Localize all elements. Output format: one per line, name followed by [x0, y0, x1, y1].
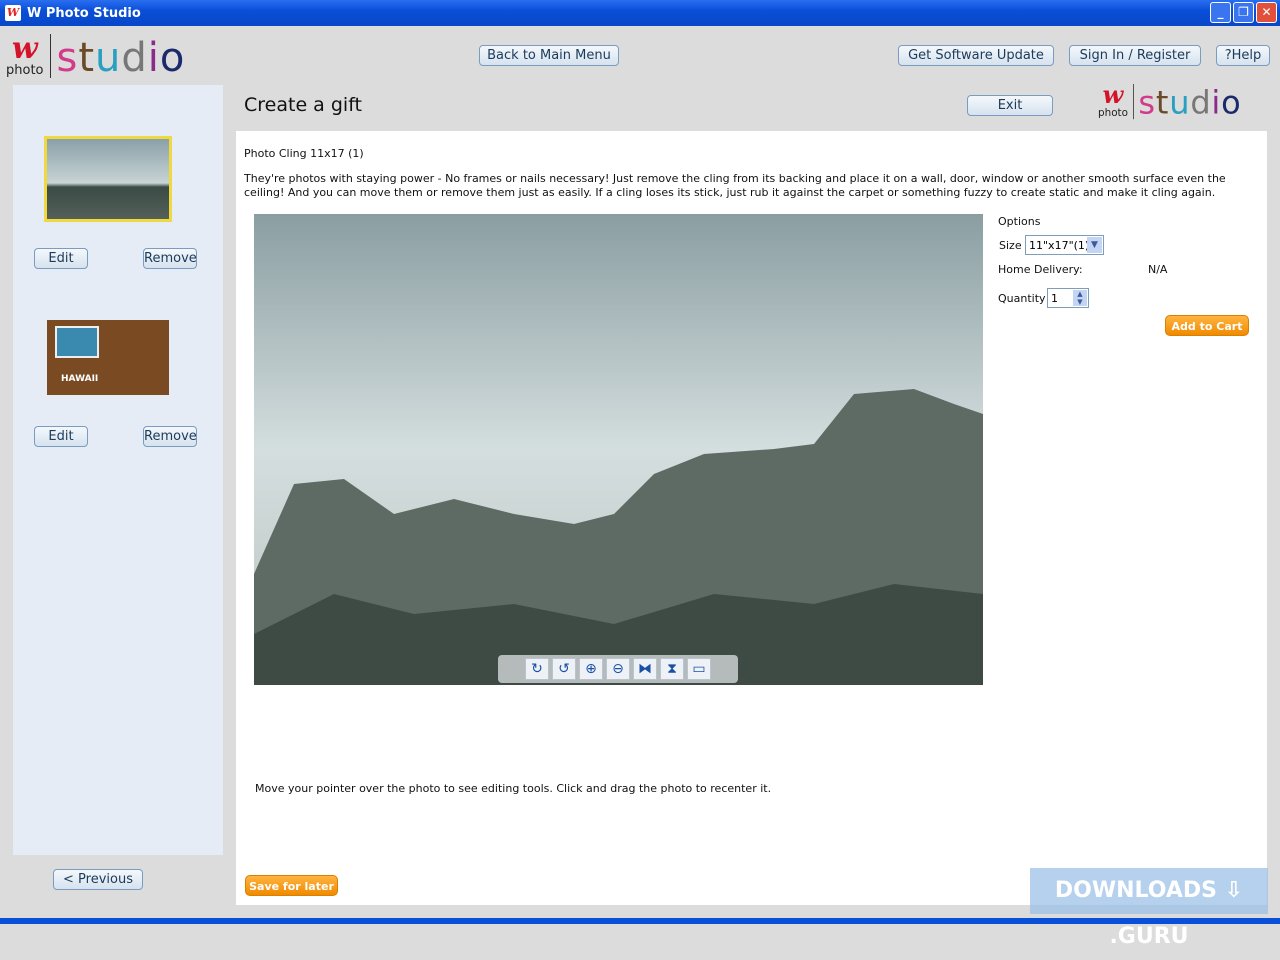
edit-button[interactable]: Edit — [34, 426, 88, 447]
logo-i: i — [1211, 84, 1222, 122]
size-select[interactable]: 11"x17"(1) ▼ — [1025, 235, 1104, 255]
home-delivery-value: N/A — [1148, 263, 1168, 276]
photo-canvas[interactable] — [254, 214, 983, 685]
zoom-out-icon[interactable]: ⊖ — [606, 658, 630, 680]
quantity-value: 1 — [1051, 292, 1058, 305]
studio-logo: w photo studio — [6, 34, 185, 78]
photo-thumbnail-hawaii[interactable]: HAWAII — [47, 320, 169, 395]
size-label: Size — [999, 239, 1022, 252]
logo-t: t — [1155, 84, 1170, 122]
logo-d: d — [1190, 84, 1212, 122]
page-title: Create a gift — [244, 94, 362, 116]
remove-button[interactable]: Remove — [143, 248, 197, 269]
quantity-label: Quantity — [998, 292, 1046, 305]
chevron-down-icon[interactable]: ▼ — [1087, 237, 1102, 253]
quantity-stepper[interactable]: 1 ▲ ▼ — [1047, 288, 1089, 308]
get-software-update-button[interactable]: Get Software Update — [898, 45, 1054, 66]
logo-photo: photo — [1098, 107, 1128, 120]
back-to-main-menu-button[interactable]: Back to Main Menu — [479, 45, 619, 66]
logo-s: s — [56, 35, 79, 81]
logo-o: o — [1221, 84, 1242, 122]
save-for-later-button[interactable]: Save for later — [245, 875, 338, 896]
app-icon: W — [5, 5, 21, 21]
restore-button[interactable]: ❐ — [1233, 2, 1254, 23]
logo-o: o — [159, 35, 186, 81]
photo-thumbnail-rocks[interactable] — [44, 136, 172, 222]
photo-image — [254, 214, 983, 685]
logo-w: w — [11, 31, 38, 66]
flip-vertical-icon[interactable]: ⧗ — [660, 658, 684, 680]
edit-button[interactable]: Edit — [34, 248, 88, 269]
studio-logo-small: w photo studio — [1098, 81, 1242, 122]
size-value: 11"x17"(1) — [1029, 239, 1090, 252]
product-description: They're photos with staying power - No f… — [244, 172, 1226, 199]
taskbar-edge — [0, 918, 1280, 924]
watermark: DOWNLOADS ⇩ .GURU — [1030, 868, 1268, 949]
logo-i: i — [147, 35, 160, 81]
sign-in-register-button[interactable]: Sign In / Register — [1069, 45, 1201, 66]
spinner-icon[interactable]: ▲ ▼ — [1073, 290, 1087, 306]
logo-t: t — [78, 35, 96, 81]
photo-editing-toolbar: ↻ ↺ ⊕ ⊖ ⧓ ⧗ ▭ — [498, 655, 738, 683]
window-title: W Photo Studio — [27, 5, 141, 21]
logo-d: d — [121, 35, 148, 81]
add-to-cart-button[interactable]: Add to Cart — [1165, 315, 1249, 336]
logo-s: s — [1138, 84, 1156, 122]
close-button[interactable]: ✕ — [1256, 2, 1277, 23]
zoom-in-icon[interactable]: ⊕ — [579, 658, 603, 680]
options-heading: Options — [998, 215, 1041, 228]
remove-button[interactable]: Remove — [143, 426, 197, 447]
product-name: Photo Cling 11x17 (1) — [244, 147, 364, 160]
logo-u: u — [1169, 84, 1191, 122]
rotate-cw-icon[interactable]: ↻ — [525, 658, 549, 680]
thumb-text: HAWAII — [61, 374, 99, 384]
title-bar: W W Photo Studio _ ❐ ✕ — [0, 0, 1280, 26]
previous-button[interactable]: < Previous — [53, 869, 143, 890]
logo-u: u — [95, 35, 122, 81]
rotate-ccw-icon[interactable]: ↺ — [552, 658, 576, 680]
home-delivery-label: Home Delivery: — [998, 263, 1083, 276]
fit-icon[interactable]: ▭ — [687, 658, 711, 680]
help-button[interactable]: ?Help — [1216, 45, 1270, 66]
flip-horizontal-icon[interactable]: ⧓ — [633, 658, 657, 680]
exit-button[interactable]: Exit — [967, 95, 1053, 116]
logo-photo: photo — [6, 63, 44, 78]
minimize-button[interactable]: _ — [1210, 2, 1231, 23]
editing-hint: Move your pointer over the photo to see … — [255, 782, 772, 795]
logo-w: w — [1102, 81, 1124, 110]
